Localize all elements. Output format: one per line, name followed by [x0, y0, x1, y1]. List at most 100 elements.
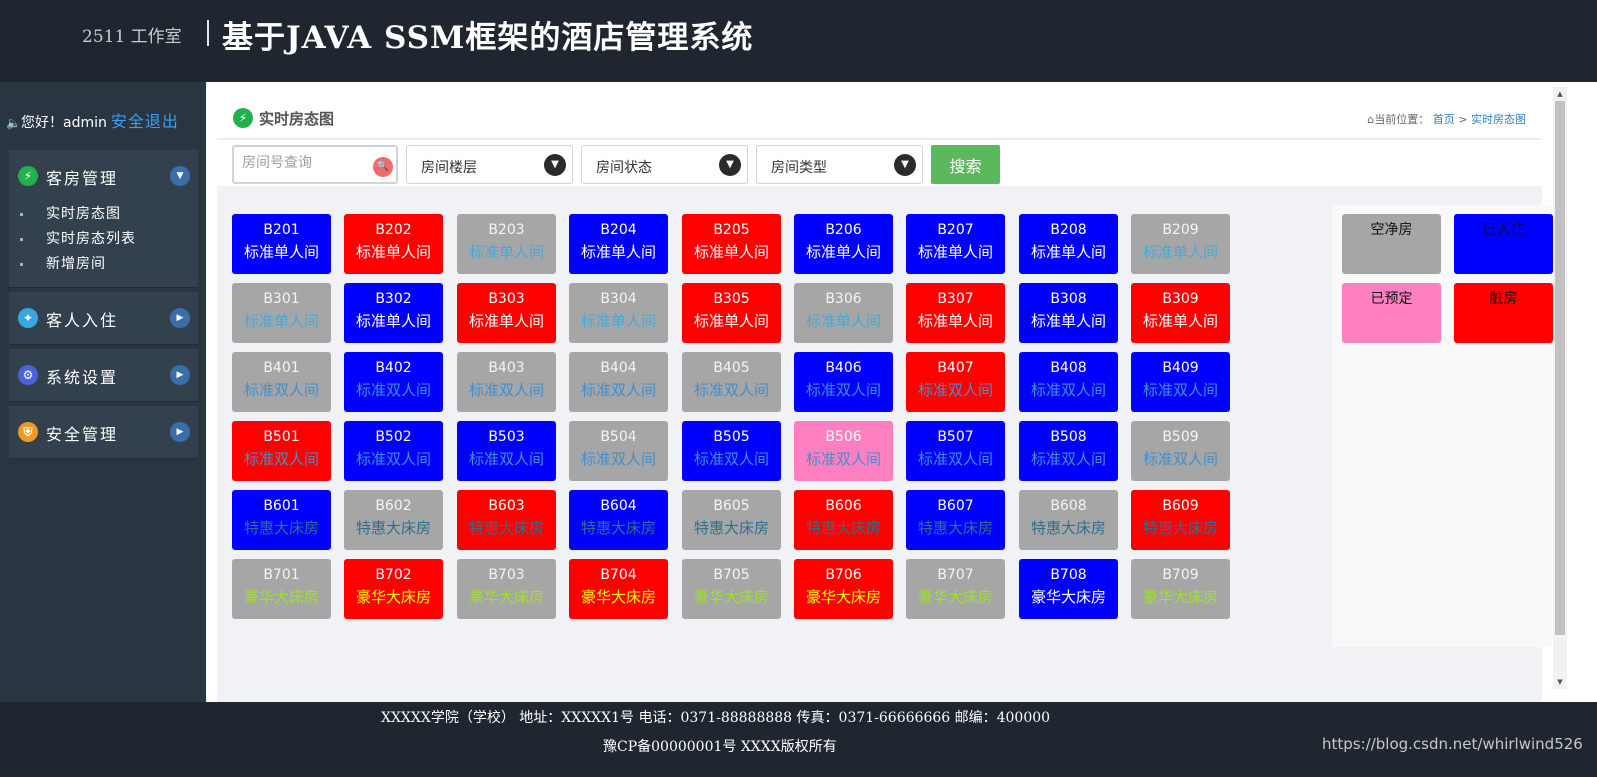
room-card[interactable]: B202 标准单人间	[344, 214, 443, 274]
room-card[interactable]: B506 标准双人间	[794, 421, 893, 481]
submenu-item[interactable]: 新增房间	[9, 252, 198, 277]
room-card[interactable]: B302 标准单人间	[344, 283, 443, 343]
room-card[interactable]: B401 标准双人间	[232, 352, 331, 412]
type-select[interactable]: 房间类型 ▼	[756, 145, 923, 184]
chevron-down-icon[interactable]: ▼	[719, 154, 741, 176]
menu-group-header[interactable]: ⚙ 系统设置 ▶	[9, 349, 198, 401]
floor-select[interactable]: 房间楼层 ▼	[406, 145, 573, 184]
room-card[interactable]: B501 标准双人间	[232, 421, 331, 481]
submenu-item[interactable]: 实时房态列表	[9, 227, 198, 252]
status-select[interactable]: 房间状态 ▼	[581, 145, 748, 184]
room-card[interactable]: B205 标准单人间	[682, 214, 781, 274]
search-button[interactable]: 搜索	[931, 145, 1000, 184]
room-card[interactable]: B308 标准单人间	[1019, 283, 1118, 343]
room-card[interactable]: B708 豪华大床房	[1019, 559, 1118, 619]
chevron-right-icon[interactable]: ▶	[170, 365, 190, 385]
room-card[interactable]: B306 标准单人间	[794, 283, 893, 343]
room-number: B504	[600, 429, 637, 445]
menu-group-label: 安全管理	[46, 425, 119, 444]
room-card[interactable]: B502 标准双人间	[344, 421, 443, 481]
room-card[interactable]: B402 标准双人间	[344, 352, 443, 412]
room-card[interactable]: B403 标准双人间	[457, 352, 556, 412]
room-card[interactable]: B406 标准双人间	[794, 352, 893, 412]
room-card[interactable]: B307 标准单人间	[906, 283, 1005, 343]
room-card[interactable]: B303 标准单人间	[457, 283, 556, 343]
room-card[interactable]: B503 标准双人间	[457, 421, 556, 481]
scrollbar-thumb[interactable]	[1555, 101, 1565, 635]
room-card[interactable]: B304 标准单人间	[569, 283, 668, 343]
room-card[interactable]: B408 标准双人间	[1019, 352, 1118, 412]
room-card[interactable]: B504 标准双人间	[569, 421, 668, 481]
submenu-item[interactable]: 实时房态图	[9, 202, 198, 227]
room-type: 标准双人间	[693, 450, 769, 468]
room-search-box[interactable]: 🔍	[232, 145, 398, 184]
breadcrumb-current-link[interactable]: 实时房态图	[1471, 113, 1526, 126]
logout-link[interactable]: 安全退出	[111, 112, 179, 131]
room-card[interactable]: B509 标准双人间	[1131, 421, 1230, 481]
room-card[interactable]: B301 标准单人间	[232, 283, 331, 343]
chevron-down-icon[interactable]: ▼	[170, 166, 190, 186]
room-card[interactable]: B204 标准单人间	[569, 214, 668, 274]
room-card[interactable]: B709 豪华大床房	[1131, 559, 1230, 619]
room-type: 标准单人间	[355, 243, 431, 261]
scroll-down-icon[interactable]: ▼	[1555, 677, 1565, 687]
room-card[interactable]: B404 标准双人间	[569, 352, 668, 412]
blog-watermark: https://blog.csdn.net/whirlwind526	[1322, 735, 1583, 753]
room-card[interactable]: B706 豪华大床房	[794, 559, 893, 619]
room-type: 标准单人间	[243, 243, 319, 261]
room-card[interactable]: B604 特惠大床房	[569, 490, 668, 550]
studio-name: 2511 工作室	[82, 27, 182, 47]
menu-group-header[interactable]: ⚡ 客房管理 ▼	[9, 150, 198, 202]
room-card[interactable]: B703 豪华大床房	[457, 559, 556, 619]
room-card[interactable]: B209 标准单人间	[1131, 214, 1230, 274]
room-card[interactable]: B609 特惠大床房	[1131, 490, 1230, 550]
room-card[interactable]: B705 豪华大床房	[682, 559, 781, 619]
room-card[interactable]: B606 特惠大床房	[794, 490, 893, 550]
menu-group-label: 客人入住	[46, 311, 119, 330]
room-type: 标准单人间	[580, 243, 656, 261]
room-card[interactable]: B207 标准单人间	[906, 214, 1005, 274]
room-card[interactable]: B409 标准双人间	[1131, 352, 1230, 412]
header: 2511 工作室 基于JAVA SSM框架的酒店管理系统	[0, 0, 1597, 82]
vertical-scrollbar[interactable]: ▲ ▼	[1553, 87, 1567, 689]
room-number: B703	[488, 567, 525, 583]
room-card[interactable]: B507 标准双人间	[906, 421, 1005, 481]
room-card[interactable]: B607 特惠大床房	[906, 490, 1005, 550]
room-number: B307	[937, 291, 974, 307]
room-card[interactable]: B405 标准双人间	[682, 352, 781, 412]
room-card[interactable]: B701 豪华大床房	[232, 559, 331, 619]
room-card[interactable]: B603 特惠大床房	[457, 490, 556, 550]
menu-group-header[interactable]: ⛨ 安全管理 ▶	[9, 406, 198, 458]
chevron-down-icon[interactable]: ▼	[544, 154, 566, 176]
room-card[interactable]: B208 标准单人间	[1019, 214, 1118, 274]
chevron-right-icon[interactable]: ▶	[170, 308, 190, 328]
room-card[interactable]: B704 豪华大床房	[569, 559, 668, 619]
room-number: B702	[375, 567, 412, 583]
room-card[interactable]: B702 豪华大床房	[344, 559, 443, 619]
room-card[interactable]: B407 标准双人间	[906, 352, 1005, 412]
room-card[interactable]: B201 标准单人间	[232, 214, 331, 274]
search-icon[interactable]: 🔍	[373, 157, 393, 177]
room-card[interactable]: B508 标准双人间	[1019, 421, 1118, 481]
menu-group-header[interactable]: ✦ 客人入住 ▶	[9, 292, 198, 344]
breadcrumb-home-link[interactable]: 首页	[1433, 113, 1455, 126]
room-card[interactable]: B707 豪华大床房	[906, 559, 1005, 619]
chevron-down-icon[interactable]: ▼	[894, 154, 916, 176]
room-card[interactable]: B309 标准单人间	[1131, 283, 1230, 343]
room-number-search-input[interactable]	[242, 155, 367, 171]
room-type: 特惠大床房	[917, 519, 993, 537]
room-card[interactable]: B203 标准单人间	[457, 214, 556, 274]
scroll-up-icon[interactable]: ▲	[1555, 89, 1565, 99]
room-card[interactable]: B601 特惠大床房	[232, 490, 331, 550]
room-card[interactable]: B605 特惠大床房	[682, 490, 781, 550]
room-card[interactable]: B602 特惠大床房	[344, 490, 443, 550]
room-card[interactable]: B608 特惠大床房	[1019, 490, 1118, 550]
room-number: B201	[263, 222, 300, 238]
chevron-right-icon[interactable]: ▶	[170, 422, 190, 442]
submenu: 实时房态图 实时房态列表 新增房间	[9, 202, 198, 287]
room-card[interactable]: B305 标准单人间	[682, 283, 781, 343]
menu-group: ✦ 客人入住 ▶	[9, 292, 198, 345]
lightning-icon: ⚡	[233, 108, 253, 128]
room-card[interactable]: B206 标准单人间	[794, 214, 893, 274]
room-card[interactable]: B505 标准双人间	[682, 421, 781, 481]
